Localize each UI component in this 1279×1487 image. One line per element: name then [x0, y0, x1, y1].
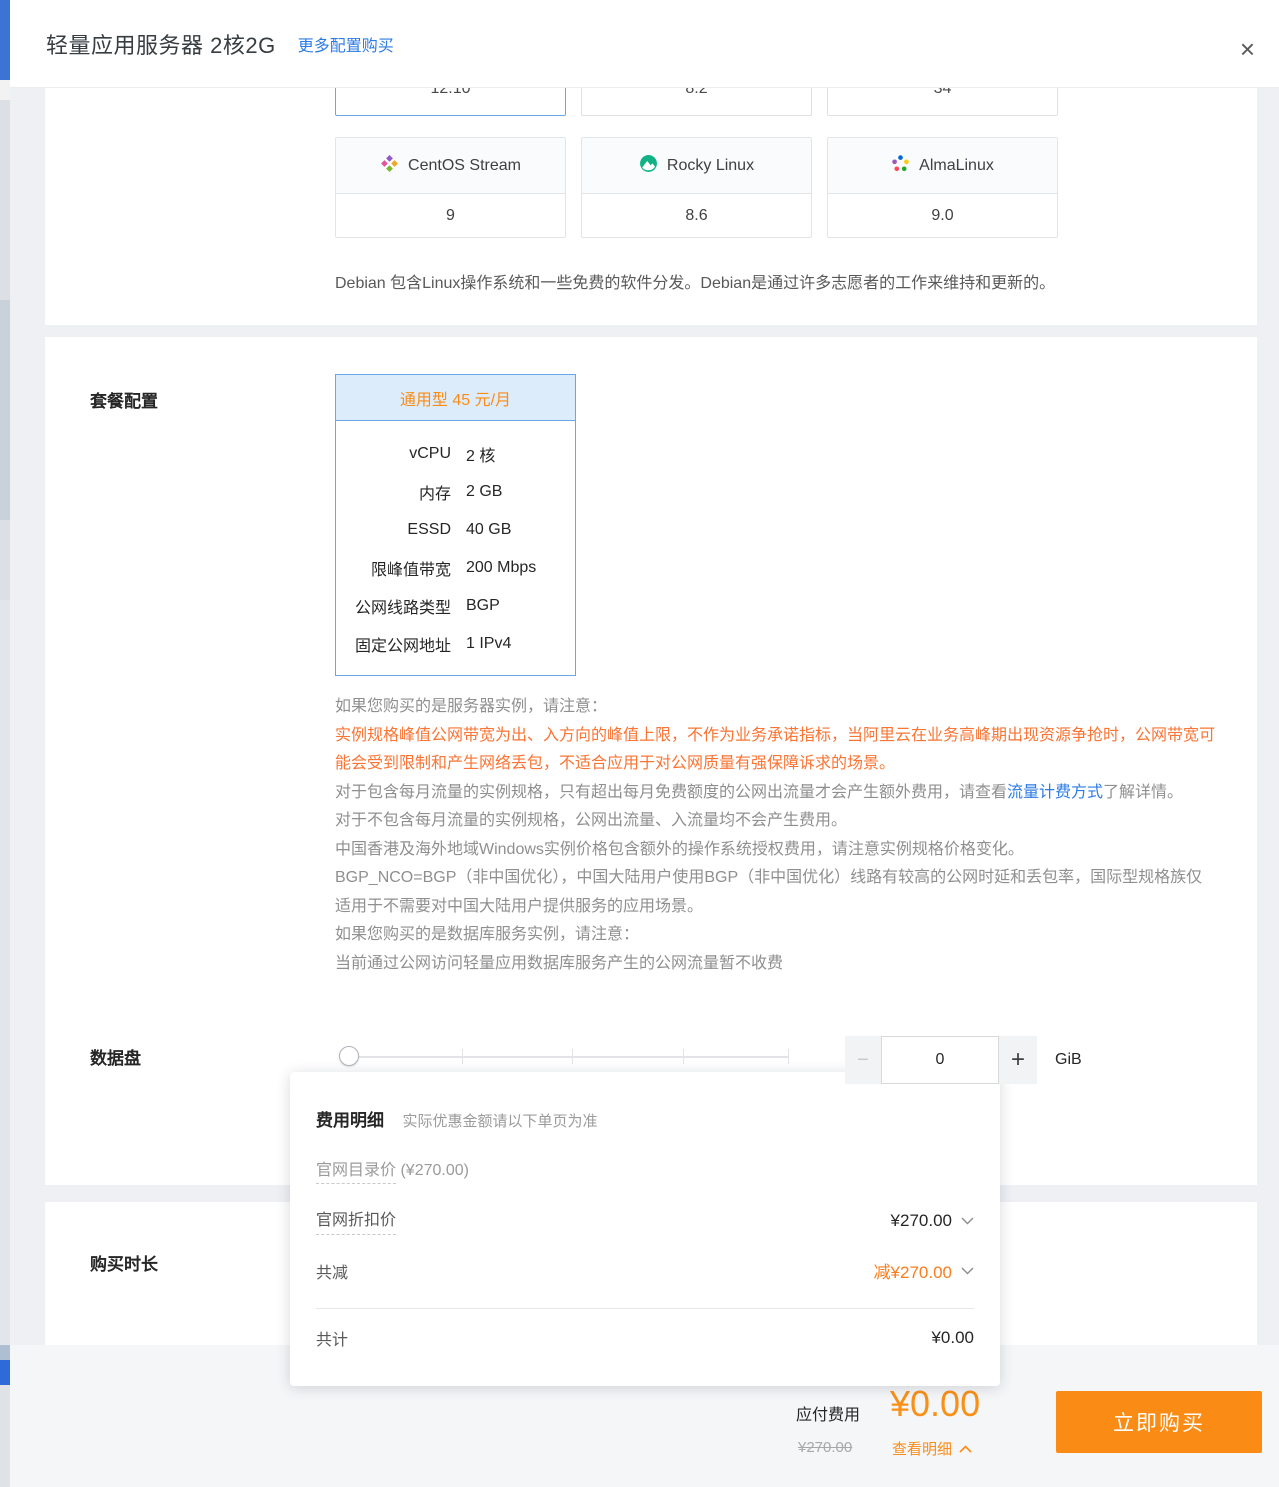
fee-detail-popup: 费用明细 实际优惠金额请以下单页为准 官网目录价 (¥270.00) 官网折扣价… — [290, 1072, 1000, 1386]
slider-track — [350, 1056, 788, 1058]
note-line: 如果您购买的是数据库服务实例，请注意： — [335, 921, 1215, 950]
more-config-link[interactable]: 更多配置购买 — [298, 32, 394, 56]
os-card-centos-stream[interactable]: CentOS Stream 9 — [335, 137, 566, 238]
note-line: 如果您购买的是服务器实例，请注意： — [335, 693, 1215, 722]
total-value: ¥0.00 — [931, 1328, 974, 1348]
spec-row: 公网线路类型 BGP — [336, 587, 575, 625]
payable-amount: ¥0.00 — [890, 1383, 980, 1425]
os-card-version[interactable]: 9.0 — [828, 194, 1057, 237]
total-reduce-value: 减¥270.00 — [874, 1258, 952, 1283]
note-line: 对于包含每月流量的实例规格，只有超出每月免费额度的公网出流量才会产生额外费用，请… — [335, 779, 1215, 808]
slider-tick — [788, 1049, 789, 1064]
note-warning: 实例规格峰值公网带宽为出、入方向的峰值上限，不作为业务承诺指标，当阿里云在业务高… — [335, 722, 1215, 779]
os-card-almalinux[interactable]: AlmaLinux 9.0 — [827, 137, 1058, 238]
rocky-linux-icon — [639, 154, 658, 178]
popup-divider — [316, 1308, 974, 1309]
data-disk-label: 数据盘 — [90, 1044, 141, 1069]
catalog-price-label: 官网目录价 — [316, 1162, 396, 1184]
decrement-button[interactable]: − — [845, 1036, 881, 1084]
payable-label: 应付费用 — [796, 1401, 860, 1425]
fee-popup-subtitle: 实际优惠金额请以下单页为准 — [402, 1113, 597, 1130]
slider-tick — [683, 1049, 684, 1064]
purchase-duration-label: 购买时长 — [90, 1250, 158, 1275]
spec-row: vCPU 2 核 — [336, 435, 575, 473]
fee-popup-title: 费用明细 — [316, 1111, 384, 1130]
spec-row: 限峰值带宽 200 Mbps — [336, 549, 575, 587]
os-selection-section: 12.10 8.2 34 CentOS Stream 9 — [45, 88, 1257, 325]
catalog-price-value: (¥270.00) — [396, 1162, 469, 1179]
note-line: 当前通过公网访问轻量应用数据库服务产生的公网流量暂不收费 — [335, 950, 1215, 979]
background-page-edge — [0, 0, 10, 1487]
background-topbar-sliver — [0, 0, 10, 80]
chevron-down-icon[interactable] — [961, 1262, 974, 1280]
spec-row: 内存 2 GB — [336, 473, 575, 511]
spec-row: 固定公网地址 1 IPv4 — [336, 625, 575, 663]
note-line: BGP_NCO=BGP（非中国优化），中国大陆用户使用BGP（非中国优化）线路有… — [335, 864, 1215, 921]
package-config-section: 套餐配置 通用型 45 元/月 vCPU 2 核 内存 2 GB ESSD 40… — [45, 337, 1257, 1185]
discount-price-row: 官网折扣价 ¥270.00 — [316, 1206, 974, 1235]
increment-button[interactable]: + — [999, 1036, 1037, 1084]
original-price: ¥270.00 — [798, 1439, 852, 1456]
traffic-billing-link[interactable]: 流量计费方式 — [1007, 784, 1103, 801]
data-disk-stepper: − + GiB — [845, 1036, 1082, 1084]
os-card-name: AlmaLinux — [919, 157, 994, 175]
view-detail-link[interactable]: 查看明细 — [892, 1438, 972, 1459]
buy-now-button[interactable]: 立即购买 — [1056, 1391, 1262, 1453]
total-row: 共计 ¥0.00 — [316, 1326, 974, 1350]
total-reduce-label: 共减 — [316, 1259, 348, 1283]
modal-header: 轻量应用服务器 2核2G 更多配置购买 × — [10, 0, 1279, 88]
os-description: Debian 包含Linux操作系统和一些免费的软件分发。Debian是通过许多… — [335, 269, 1235, 293]
page-title: 轻量应用服务器 2核2G — [46, 28, 276, 60]
package-config-label: 套餐配置 — [90, 387, 158, 412]
os-card-version[interactable]: 8.6 — [582, 194, 811, 237]
close-icon[interactable]: × — [1240, 36, 1255, 62]
os-card-name: Rocky Linux — [667, 157, 754, 175]
slider-handle[interactable] — [339, 1046, 359, 1066]
os-card-rocky-linux[interactable]: Rocky Linux 8.6 — [581, 137, 812, 238]
os-card-version[interactable]: 9 — [336, 194, 565, 237]
plan-notes: 如果您购买的是服务器实例，请注意： 实例规格峰值公网带宽为出、入方向的峰值上限，… — [335, 693, 1215, 978]
catalog-price-row: 官网目录价 (¥270.00) — [316, 1156, 974, 1180]
discount-price-label: 官网折扣价 — [316, 1206, 396, 1235]
almalinux-icon — [891, 154, 910, 178]
chevron-up-icon — [959, 1440, 972, 1457]
os-version-box[interactable]: 8.2 — [581, 88, 812, 116]
os-version-box[interactable]: 34 — [827, 88, 1058, 116]
note-line: 对于不包含每月流量的实例规格，公网出流量、入流量均不会产生费用。 — [335, 807, 1215, 836]
plan-card-header: 通用型 45 元/月 — [336, 375, 575, 421]
data-disk-unit: GiB — [1055, 1036, 1082, 1084]
os-version-box-selected[interactable]: 12.10 — [335, 88, 566, 116]
chevron-down-icon[interactable] — [961, 1212, 974, 1230]
discount-price-value: ¥270.00 — [891, 1211, 952, 1231]
centos-icon — [380, 154, 399, 178]
plan-card-selected[interactable]: 通用型 45 元/月 vCPU 2 核 内存 2 GB ESSD 40 GB 限… — [335, 374, 576, 676]
total-label: 共计 — [316, 1326, 348, 1350]
data-disk-slider[interactable] — [335, 1037, 805, 1077]
slider-tick — [572, 1049, 573, 1064]
os-card-name: CentOS Stream — [408, 157, 521, 175]
note-line: 中国香港及海外地域Windows实例价格包含额外的操作系统授权费用，请注意实例规… — [335, 836, 1215, 865]
total-reduce-row: 共减 减¥270.00 — [316, 1258, 974, 1283]
spec-row: ESSD 40 GB — [336, 511, 575, 549]
data-disk-input[interactable] — [881, 1036, 999, 1084]
slider-tick — [462, 1049, 463, 1064]
